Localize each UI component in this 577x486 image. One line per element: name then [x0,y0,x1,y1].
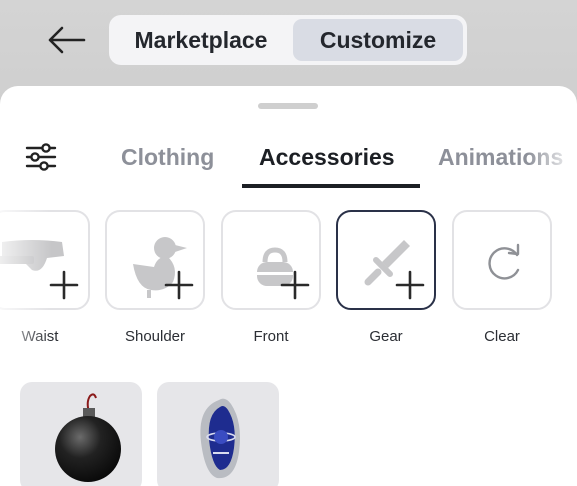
top-bar: Marketplace Customize [0,0,577,84]
tab-clothing[interactable]: Clothing [121,144,214,171]
back-button[interactable] [44,22,88,58]
slot-gear[interactable] [336,210,436,310]
tabs-scroll-fade [527,138,577,182]
plus-icon [395,270,425,300]
slot-label-clear: Clear [484,328,520,345]
category-tabs: Clothing Accessories Animations [0,138,577,190]
sheet-drag-handle[interactable] [258,103,318,109]
filter-button[interactable] [22,139,60,175]
item-card-egg-device[interactable] [157,382,279,486]
mode-tabs: Marketplace Customize [109,15,467,65]
refresh-icon [488,243,520,280]
arrow-left-icon [48,26,86,54]
tab-accessories[interactable]: Accessories [259,144,395,171]
slot-label-front: Front [253,328,289,345]
tab-customize[interactable]: Customize [293,19,463,61]
customize-sheet: Clothing Accessories Animations Shoulder… [0,86,577,486]
tab-marketplace[interactable]: Marketplace [113,19,289,61]
slots-scroll-fade [0,200,52,350]
bomb-icon [55,393,121,482]
slot-front[interactable] [221,210,321,310]
plus-icon [280,270,310,300]
item-card-bomb[interactable] [20,382,142,486]
sliders-icon [25,143,57,171]
slot-clear[interactable] [452,210,552,310]
slot-shoulder[interactable] [105,210,205,310]
slot-label-gear: Gear [369,328,403,345]
slot-label-shoulder: Shoulder [124,328,186,345]
galaxy-egg-icon [200,398,240,479]
plus-icon [164,270,194,300]
active-tab-indicator [242,184,420,188]
